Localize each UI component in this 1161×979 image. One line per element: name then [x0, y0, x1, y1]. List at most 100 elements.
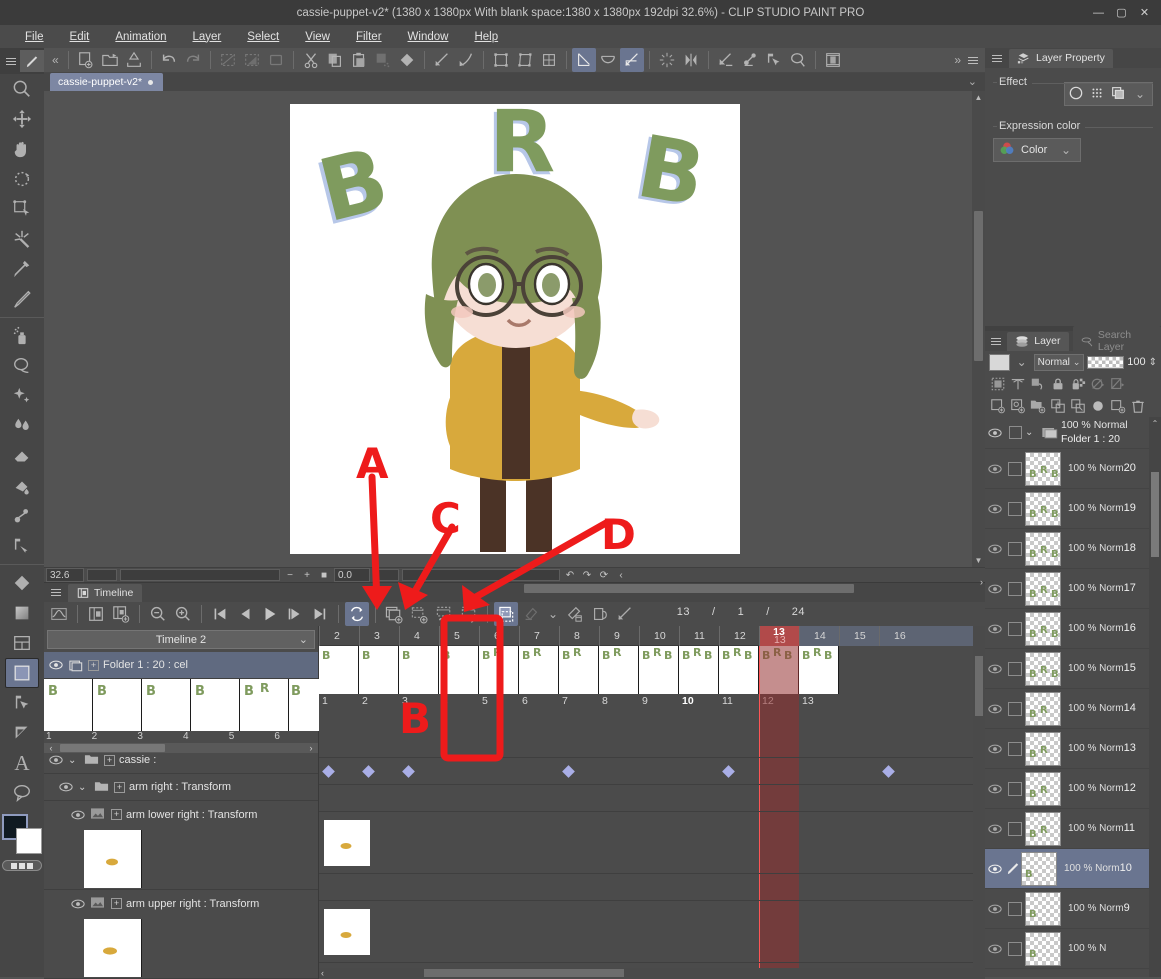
visibility-icon[interactable]: [985, 543, 1005, 555]
rotate-tool-icon[interactable]: [5, 164, 39, 194]
layer-list-scroll-up[interactable]: ⌃: [1149, 417, 1161, 429]
sub-color-swatch[interactable]: [16, 828, 42, 854]
new-vector-layer-icon[interactable]: [1009, 398, 1026, 415]
rotation-slider-left[interactable]: [373, 569, 399, 581]
menu-item-filter[interactable]: Filter: [343, 28, 395, 46]
fill-selection-icon[interactable]: [240, 48, 264, 72]
transparency-swatch-bar-icon[interactable]: [2, 860, 42, 871]
minimize-button[interactable]: —: [1092, 6, 1105, 19]
timeline-cel[interactable]: B: [439, 646, 479, 694]
frame-border-tool-icon[interactable]: [5, 568, 39, 598]
cut-icon[interactable]: [299, 48, 323, 72]
step-forward-icon[interactable]: [283, 602, 307, 626]
zoom-in-button[interactable]: +: [300, 568, 314, 582]
layer-checkbox[interactable]: [1005, 702, 1025, 716]
layer-select-chevron-icon[interactable]: ⌄: [1013, 355, 1031, 369]
layer-thumbnail[interactable]: B: [1025, 892, 1061, 926]
visibility-icon[interactable]: [985, 703, 1005, 715]
step-back-icon[interactable]: [233, 602, 257, 626]
light-table-scroll-right[interactable]: ›: [304, 743, 318, 753]
new-layer-folder-icon[interactable]: [1029, 398, 1046, 415]
crop-icon[interactable]: [489, 48, 513, 72]
erase-selection-icon[interactable]: [371, 48, 395, 72]
layer-thumbnail[interactable]: B: [1021, 852, 1057, 886]
layer-thumbnail[interactable]: BRB: [1025, 612, 1061, 646]
timeline-cel[interactable]: B: [319, 646, 359, 694]
document-tab[interactable]: cassie-puppet-v2*: [50, 73, 163, 91]
layer-checkbox[interactable]: [1005, 902, 1025, 916]
visibility-icon[interactable]: [985, 583, 1005, 595]
timeline-cel[interactable]: BR: [559, 646, 599, 694]
timeline-layer-thumbnail[interactable]: [324, 820, 370, 866]
rotate-right-icon[interactable]: ↷: [580, 568, 594, 582]
canvas-scroll-up-button[interactable]: ▲: [972, 91, 985, 104]
opacity-value[interactable]: 100: [1127, 356, 1145, 368]
grid-transform-icon[interactable]: [537, 48, 561, 72]
close-button[interactable]: ✕: [1138, 6, 1151, 19]
blur-tool-icon[interactable]: [5, 411, 39, 441]
menu-item-layer[interactable]: Layer: [180, 28, 235, 46]
new-raster-layer-icon[interactable]: [989, 398, 1006, 415]
expand-toggle[interactable]: +: [104, 755, 115, 766]
clip-below-icon[interactable]: [1109, 398, 1126, 415]
layer-checkbox[interactable]: [1005, 662, 1025, 676]
timeline-row[interactable]: [319, 874, 985, 901]
delete-cel-icon[interactable]: [563, 602, 587, 626]
canvas-scroll-right-button[interactable]: ›: [980, 577, 983, 587]
undo-icon[interactable]: [157, 48, 181, 72]
layer-property-menu-icon[interactable]: [989, 50, 1005, 66]
symmetry-snap-icon[interactable]: [679, 48, 703, 72]
layer-mask-chevron-icon[interactable]: [1109, 376, 1126, 393]
layer-color-effect-icon[interactable]: [1110, 85, 1126, 104]
curve-snap-icon[interactable]: [596, 48, 620, 72]
zoom-tool-icon[interactable]: [5, 74, 39, 104]
vector-snap-icon[interactable]: [572, 48, 596, 72]
document-tab-chevron-icon[interactable]: ⌄: [968, 75, 977, 88]
timeline-row[interactable]: [319, 812, 985, 874]
frame-border-icon[interactable]: [821, 48, 845, 72]
layer-row[interactable]: BRB100 % Norm17: [985, 569, 1161, 609]
light-table-cel[interactable]: BR: [240, 679, 289, 731]
ruler-arrow-icon[interactable]: [762, 48, 786, 72]
layer-list[interactable]: ⌄ 100 % Normal Folder 1 : 20 BRB100 % No…: [985, 417, 1161, 977]
border-effect-icon[interactable]: [1068, 85, 1084, 104]
layer-thumbnail[interactable]: B: [1025, 932, 1061, 966]
pen-curve-icon[interactable]: [454, 48, 478, 72]
rotate-left-icon[interactable]: ↶: [563, 568, 577, 582]
layer-list-scrollbar[interactable]: ⌃: [1149, 417, 1161, 977]
timeline-menu-icon[interactable]: [48, 585, 64, 601]
layer-thumbnail[interactable]: [84, 919, 142, 977]
open-file-icon[interactable]: [98, 48, 122, 72]
light-table-cel[interactable]: B: [44, 679, 93, 731]
layer-checkbox[interactable]: [1005, 542, 1025, 556]
layer-thumbnail[interactable]: BR: [1025, 812, 1061, 846]
visibility-icon[interactable]: [70, 807, 86, 823]
visibility-icon[interactable]: [985, 463, 1005, 475]
text-tool-icon[interactable]: A: [5, 748, 39, 778]
timeline-row[interactable]: [319, 731, 985, 758]
expand-toggle[interactable]: +: [114, 782, 125, 793]
layer-folder-row[interactable]: ⌄ 100 % Normal Folder 1 : 20: [985, 417, 1161, 449]
color-swatches[interactable]: [2, 814, 42, 856]
light-table-cel[interactable]: B: [191, 679, 240, 731]
rotation-slider[interactable]: [402, 569, 560, 581]
go-to-start-icon[interactable]: [208, 602, 232, 626]
new-timeline-add-icon[interactable]: [109, 602, 133, 626]
layer-row[interactable]: BR100 % Norm11: [985, 809, 1161, 849]
lock-transparency-icon[interactable]: [1069, 376, 1086, 393]
visibility-icon[interactable]: [985, 503, 1005, 515]
zoom-slider-left[interactable]: [87, 569, 117, 581]
expand-toggle[interactable]: +: [88, 660, 99, 671]
mask-circle-icon[interactable]: [1089, 398, 1106, 415]
menu-item-window[interactable]: Window: [395, 28, 462, 46]
loop-playback-icon[interactable]: [345, 602, 369, 626]
visibility-icon[interactable]: [58, 779, 74, 795]
layer-checkbox[interactable]: [1005, 782, 1025, 796]
layer-thumbnail[interactable]: BR: [1025, 692, 1061, 726]
folder-collapse-chevron-icon[interactable]: ⌄: [1025, 427, 1039, 438]
timeline-track-arm-right[interactable]: ⌄ + arm right : Transform: [44, 774, 318, 801]
timeline-vertical-scroll-thumb[interactable]: [975, 656, 983, 716]
gradient-square-tool-icon[interactable]: [5, 598, 39, 628]
timeline-row[interactable]: [319, 785, 985, 812]
clear-selection-icon[interactable]: [216, 48, 240, 72]
